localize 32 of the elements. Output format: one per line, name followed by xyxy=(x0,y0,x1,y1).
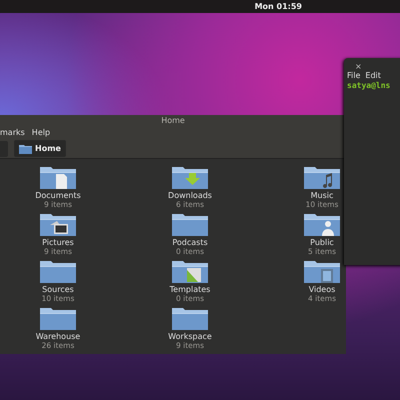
folder-icon[interactable] xyxy=(39,259,77,284)
folder-name[interactable]: Sources xyxy=(42,285,74,294)
folder-icon xyxy=(19,144,32,154)
clock[interactable]: Mon 01:59 xyxy=(254,0,302,12)
terminal-prompt: satya@lns xyxy=(347,81,392,90)
folder-emblem-icon[interactable] xyxy=(171,165,209,190)
folder-name[interactable]: Downloads xyxy=(168,191,212,200)
folder-emblem-icon[interactable] xyxy=(303,212,341,237)
close-button[interactable]: × xyxy=(355,62,400,71)
folder-icon[interactable] xyxy=(171,306,209,331)
folder-emblem-icon[interactable] xyxy=(303,259,341,284)
menu-item[interactable]: File xyxy=(347,71,360,81)
window-title: Home xyxy=(0,115,346,127)
folder-name[interactable]: Public xyxy=(310,238,334,247)
path-button[interactable]: Home xyxy=(14,140,66,157)
folder-name[interactable]: Warehouse xyxy=(36,332,80,341)
folder-name[interactable]: Workspace xyxy=(168,332,212,341)
folder-name[interactable]: Videos xyxy=(308,285,336,294)
folder-name[interactable]: Pictures xyxy=(42,238,74,247)
menu-item[interactable]: Edit xyxy=(365,71,381,81)
folder-emblem-icon[interactable] xyxy=(39,212,77,237)
menu-item[interactable]: marks xyxy=(0,127,25,139)
folder-icon[interactable] xyxy=(39,306,77,331)
folder-icon[interactable] xyxy=(171,212,209,237)
menu-item[interactable]: Help xyxy=(32,127,50,139)
folder-emblem-icon[interactable] xyxy=(171,259,209,284)
folder-name[interactable]: Documents xyxy=(35,191,81,200)
folder-name[interactable]: Templates xyxy=(170,285,210,294)
folder-emblem-icon[interactable] xyxy=(303,165,341,190)
folder-emblem-icon[interactable] xyxy=(39,165,77,190)
folder-name[interactable]: Podcasts xyxy=(172,238,208,247)
folder-name[interactable]: Music xyxy=(310,191,334,200)
